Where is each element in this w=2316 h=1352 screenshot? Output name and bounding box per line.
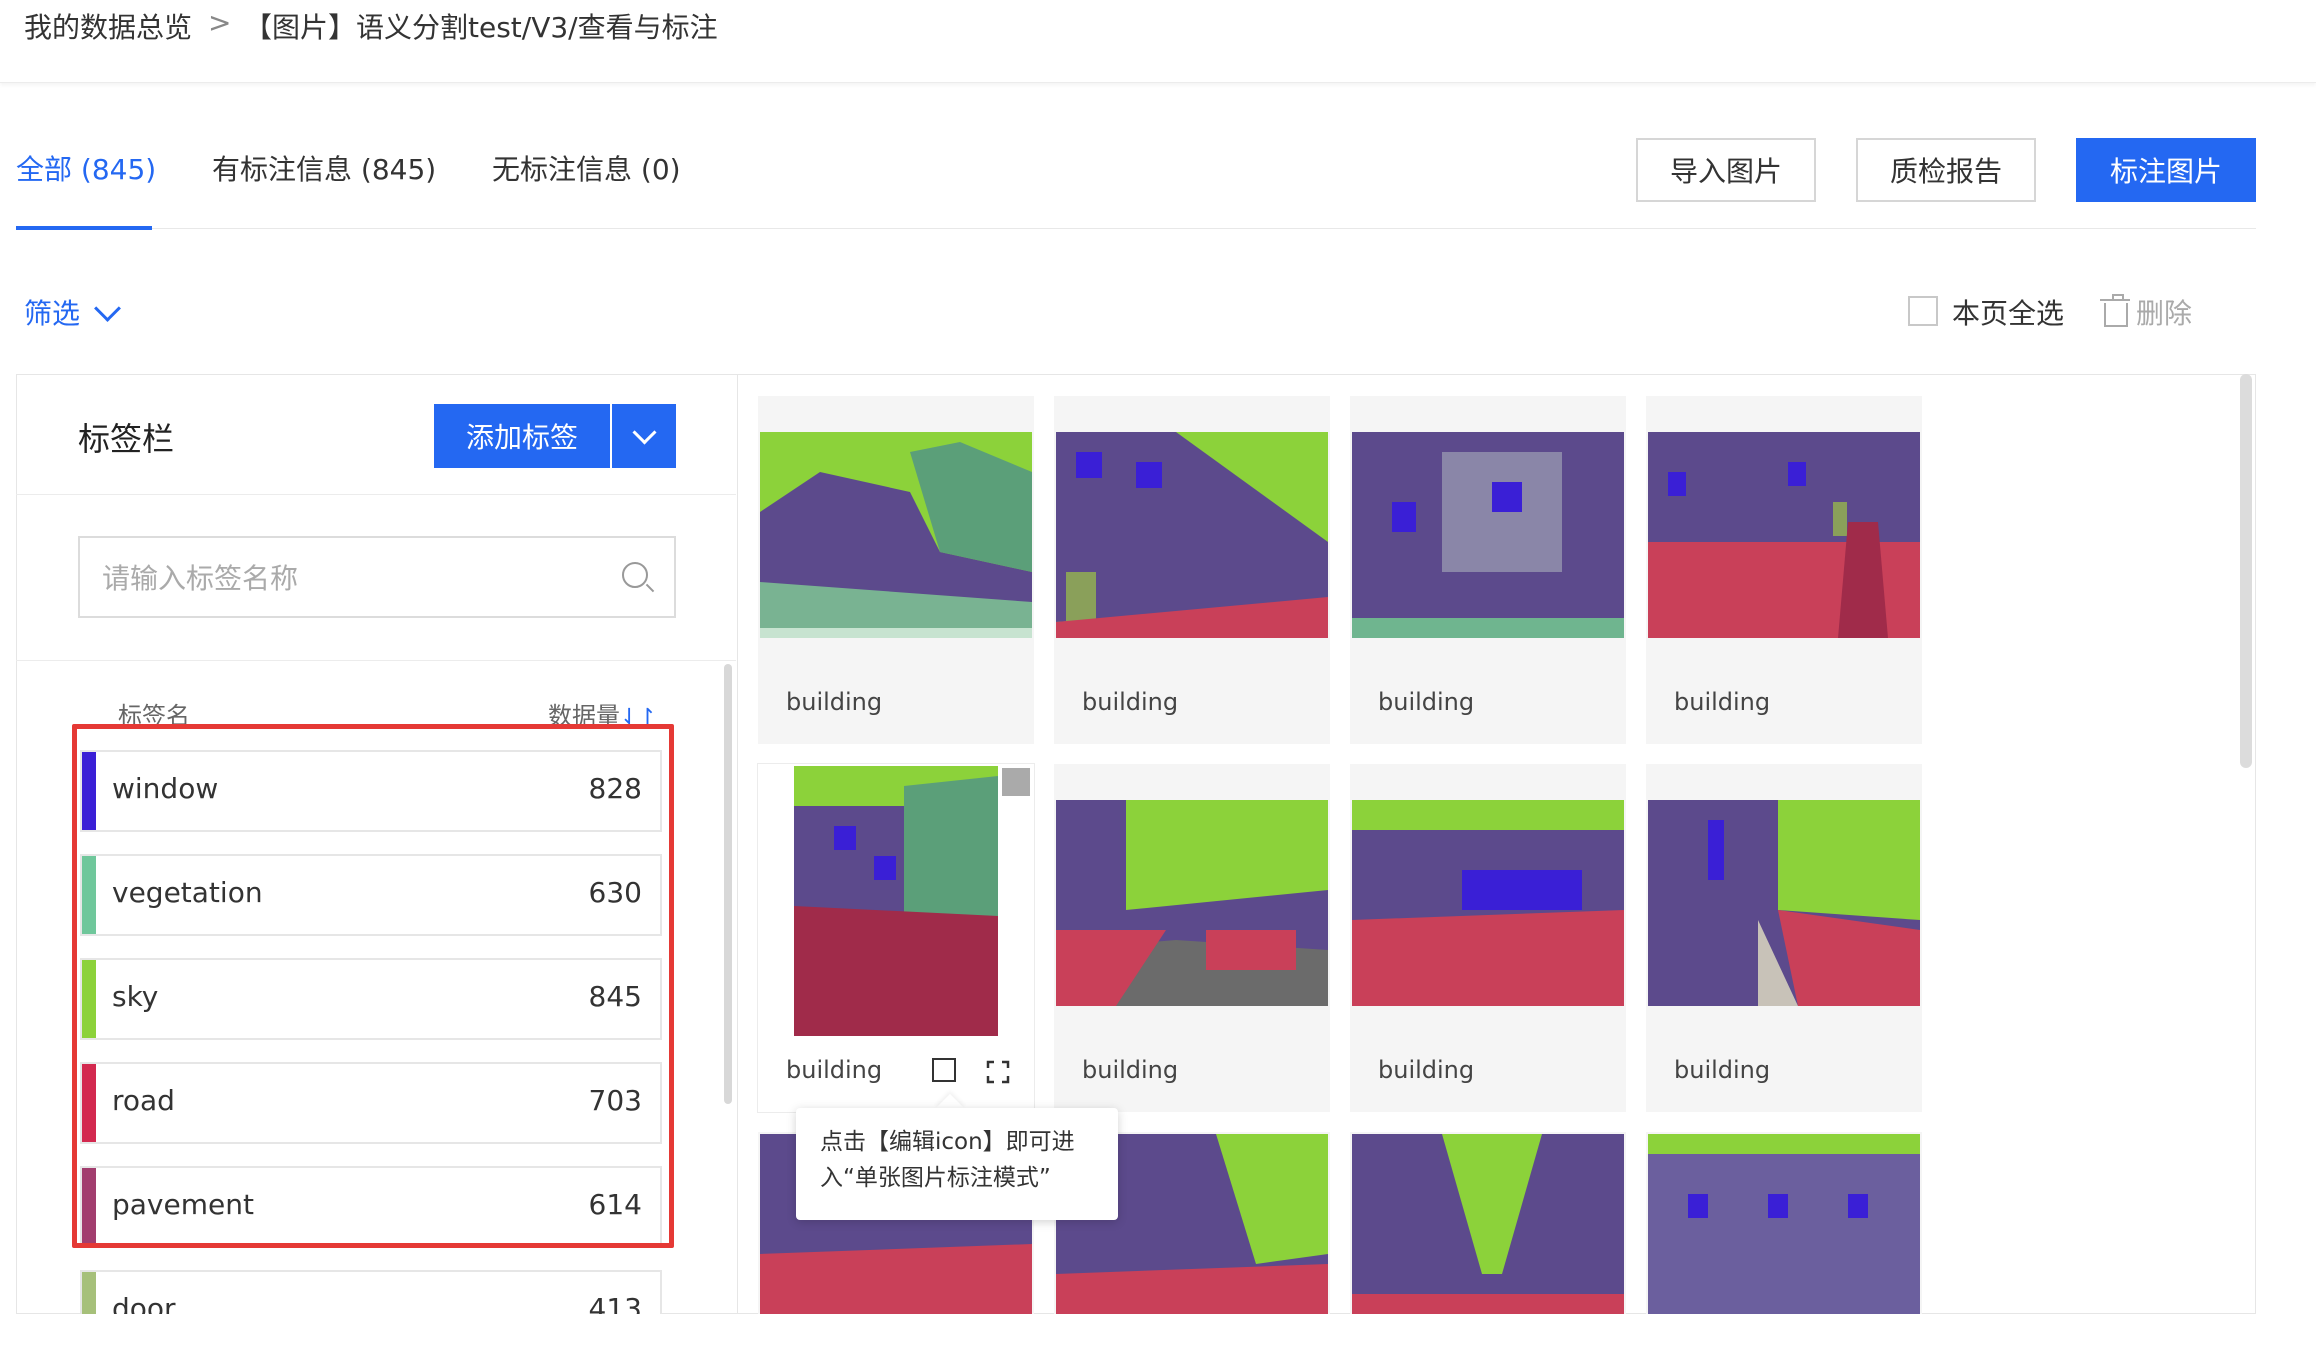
image-card[interactable]: building <box>1054 396 1330 744</box>
image-card[interactable]: building <box>1646 764 1922 1112</box>
chevron-down-icon <box>631 419 657 445</box>
card-label: building <box>786 688 883 716</box>
edit-icon[interactable] <box>932 1058 956 1082</box>
highlight-box <box>72 724 674 1248</box>
active-tab-indicator <box>16 226 152 230</box>
filter-toggle[interactable]: 筛选 <box>24 292 121 332</box>
tag-row-door[interactable]: door 413 <box>80 1270 662 1314</box>
card-select-checkbox[interactable] <box>1002 768 1030 796</box>
add-label-button[interactable]: 添加标签 <box>434 404 610 468</box>
card-label: building <box>1378 1056 1475 1084</box>
breadcrumb-current: 【图片】语义分割test/V3/查看与标注 <box>244 11 718 44</box>
select-all-checkbox[interactable] <box>1908 296 1938 326</box>
filter-label: 筛选 <box>24 297 81 330</box>
sidebar-divider <box>16 660 736 661</box>
card-label: building <box>1674 688 1771 716</box>
sidebar-scrollbar[interactable] <box>724 664 732 1104</box>
grid-scrollbar[interactable] <box>2240 374 2252 768</box>
image-card[interactable]: building <box>1054 764 1330 1112</box>
label-search <box>78 536 676 618</box>
image-card[interactable]: building <box>1350 764 1626 1112</box>
annotate-images-button[interactable]: 标注图片 <box>2076 138 2256 202</box>
image-thumbnail[interactable] <box>1352 800 1624 1006</box>
edit-tooltip: 点击【编辑icon】即可进入“单张图片标注模式” <box>796 1108 1118 1220</box>
label-search-input[interactable] <box>100 538 604 618</box>
card-label: building <box>786 1056 883 1084</box>
delete-label: 删除 <box>2136 297 2193 330</box>
search-icon[interactable] <box>622 562 648 588</box>
image-thumbnail[interactable] <box>1648 432 1920 638</box>
image-thumbnail[interactable] <box>1352 432 1624 638</box>
delete-button[interactable]: 删除 <box>2100 292 2193 332</box>
image-thumbnail[interactable] <box>1056 432 1328 638</box>
import-images-button[interactable]: 导入图片 <box>1636 138 1816 202</box>
select-all-label[interactable]: 本页全选 <box>1952 292 2064 332</box>
add-label-dropdown[interactable] <box>612 404 676 468</box>
tag-name: door <box>112 1292 176 1314</box>
image-card[interactable] <box>1350 1132 1626 1314</box>
expand-icon[interactable] <box>986 1060 1010 1084</box>
breadcrumb-separator: > <box>208 6 232 39</box>
image-card[interactable] <box>1646 1132 1922 1314</box>
image-card[interactable]: building <box>1350 396 1626 744</box>
card-label: building <box>1674 1056 1771 1084</box>
card-label: building <box>1378 688 1475 716</box>
breadcrumb-home[interactable]: 我的数据总览 <box>24 6 192 46</box>
image-thumbnail[interactable] <box>760 432 1032 638</box>
sidebar-title: 标签栏 <box>78 420 175 458</box>
tag-color-swatch <box>82 1272 96 1314</box>
image-card[interactable]: building <box>1646 396 1922 744</box>
image-thumbnail[interactable] <box>794 766 998 1036</box>
image-thumbnail[interactable] <box>1648 1134 1920 1314</box>
qc-report-button[interactable]: 质检报告 <box>1856 138 2036 202</box>
trash-icon <box>2100 294 2130 327</box>
sidebar-divider <box>16 494 736 495</box>
image-thumbnail[interactable] <box>1056 800 1328 1006</box>
image-thumbnail[interactable] <box>1648 800 1920 1006</box>
tab-all[interactable]: 全部 (845) <box>16 148 156 188</box>
image-thumbnail[interactable] <box>1352 1134 1624 1314</box>
chevron-down-icon <box>94 294 121 322</box>
tab-unannotated[interactable]: 无标注信息 (0) <box>492 148 681 188</box>
tabs-divider <box>16 228 2256 229</box>
tag-count: 413 <box>588 1292 642 1314</box>
card-label: building <box>1082 688 1179 716</box>
image-card[interactable]: building <box>758 396 1034 744</box>
card-label: building <box>1082 1056 1179 1084</box>
tab-annotated[interactable]: 有标注信息 (845) <box>212 148 436 188</box>
